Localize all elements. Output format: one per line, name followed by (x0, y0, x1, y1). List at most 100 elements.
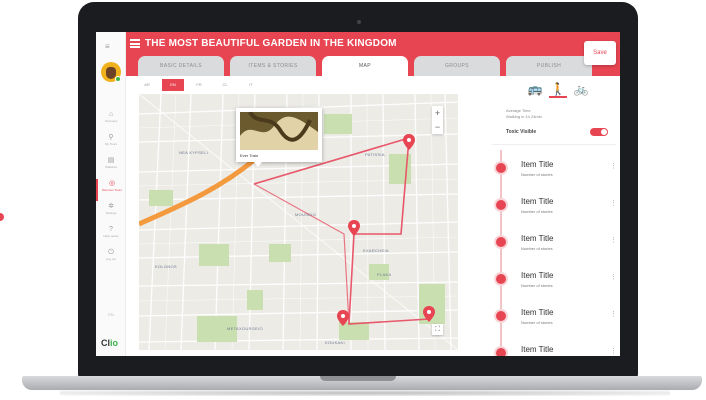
sidebar-item-statistics[interactable]: ▤ Statistics (96, 156, 126, 178)
app-screen: ≡ ⌂ Overview ⚲ My Tours ▤ Statistics ◎ Discover… (96, 32, 620, 356)
item-subtitle: Number of stories (521, 246, 553, 251)
popup-image (240, 112, 318, 150)
map-district-label: MOUSEIO (295, 212, 316, 217)
bus-icon[interactable]: 🚌 (526, 80, 544, 98)
fullscreen-icon[interactable]: ⛶ (432, 324, 443, 335)
zoom-controls: + − (432, 106, 443, 134)
decorative-dot (0, 213, 4, 221)
map-popup[interactable]: Ever Train (236, 108, 322, 162)
tab-publish[interactable]: PUBLISH (506, 56, 592, 76)
page-title: THE MOST BEAUTIFUL GARDEN IN THE KINGDOM (145, 38, 397, 49)
map-view[interactable]: NEA KYPSELI PATISSIA KOLONOS MOUSEIO EXARCHE… (139, 94, 458, 350)
language-fr[interactable]: FR (188, 79, 210, 91)
sidebar-item-label: Settings (105, 211, 117, 215)
item-subtitle: Number of stories (521, 172, 553, 177)
timeline-dot-icon (496, 200, 506, 210)
sidebar-item-discover-tours[interactable]: ◎ Discover Tours (96, 179, 126, 201)
item-title: Item Title (521, 345, 554, 354)
save-button[interactable]: Save (584, 41, 616, 65)
sidebar-item-label: Log out (105, 257, 116, 261)
travel-mode-selector: 🚌 🚶 🚲 (522, 76, 592, 102)
chart-icon: ▤ (107, 157, 115, 164)
language-selector: AR EN FR CL IT (136, 79, 258, 91)
language-cl[interactable]: CL (214, 79, 236, 91)
toxic-visible-label: Toxic Visible (506, 129, 537, 135)
sidebar-item-label: My Tours (104, 142, 118, 146)
app-logo: Clio (101, 338, 118, 348)
item-subtitle: Number of stories (521, 209, 553, 214)
map-district-label: EXARCHEIA (363, 248, 389, 253)
timeline-dot-icon (496, 163, 506, 173)
timeline-dot-icon (496, 348, 506, 356)
tab-items-stories[interactable]: ITEMS & STORIES (230, 56, 316, 76)
more-options-icon[interactable]: ⋮ (610, 273, 617, 281)
sidebar-item-label: Statistics (104, 165, 117, 169)
more-options-icon[interactable]: ⋮ (610, 236, 617, 244)
list-item[interactable]: Item Title Number of stories ⋮ (494, 232, 617, 262)
average-time: Average Time Walking in 1h 24min (506, 108, 542, 119)
timeline-dot-icon (496, 237, 506, 247)
hamburger-menu-icon[interactable] (130, 39, 140, 48)
more-options-icon[interactable]: ⋮ (610, 347, 617, 355)
timeline-dot-icon (496, 311, 506, 321)
sidebar-item-label: Overview (104, 119, 118, 123)
list-item[interactable]: Item Title Number of stories ⋮ (494, 195, 617, 225)
walk-icon[interactable]: 🚶 (549, 80, 567, 98)
online-status-icon (115, 76, 121, 82)
map-district-label: NEA KYPSELI (179, 150, 209, 155)
laptop-shadow (60, 390, 670, 396)
more-options-icon[interactable]: ⋮ (610, 199, 617, 207)
map-district-label: KOUKAKI (325, 340, 345, 345)
map-district-label: METAXOURGEIO (227, 326, 263, 331)
toxic-visible-toggle[interactable] (590, 128, 608, 136)
sidebar-item-label: Help center (103, 234, 119, 238)
tab-basic-details[interactable]: BASIC DETAILS (138, 56, 224, 76)
list-item[interactable]: Item Title Number of stories ⋮ (494, 158, 617, 188)
sidebar-item-overview[interactable]: ⌂ Overview (96, 110, 126, 132)
tab-bar: BASIC DETAILS ITEMS & STORIES MAP GROUPS PUB… (126, 56, 620, 76)
tab-groups[interactable]: GROUPS (414, 56, 500, 76)
popup-pointer (254, 162, 262, 167)
item-subtitle: Number of stories (521, 283, 553, 288)
logout-icon: ⏻ (108, 249, 114, 256)
home-icon: ⌂ (108, 111, 114, 118)
sidebar-menu-icon[interactable]: ≡ (105, 42, 110, 51)
item-subtitle: Number of stories (521, 320, 553, 325)
item-title: Item Title (521, 197, 554, 206)
sidebar-item-my-tours[interactable]: ⚲ My Tours (96, 133, 126, 155)
zoom-out-button[interactable]: − (432, 120, 443, 134)
map-district-label: PLAKA (377, 272, 392, 277)
item-title: Item Title (521, 160, 554, 169)
left-sidebar: ≡ ⌂ Overview ⚲ My Tours ▤ Statistics ◎ Discover… (96, 32, 126, 356)
item-title: Item Title (521, 234, 554, 243)
timeline-dot-icon (496, 274, 506, 284)
sidebar-item-log-out[interactable]: ⏻ Log out (96, 248, 126, 270)
laptop-notch (320, 376, 396, 381)
zoom-in-button[interactable]: + (432, 106, 443, 120)
more-options-icon[interactable]: ⋮ (610, 162, 617, 170)
language-en[interactable]: EN (162, 79, 184, 91)
language-ar[interactable]: AR (136, 79, 158, 91)
item-title: Item Title (521, 271, 554, 280)
app-header: THE MOST BEAUTIFUL GARDEN IN THE KINGDOM (126, 32, 620, 56)
bike-icon[interactable]: 🚲 (572, 80, 590, 98)
sidebar-item-settings[interactable]: ✲ Settings (96, 202, 126, 224)
list-item[interactable]: Item TitleNumber of stories⋮ (494, 343, 617, 356)
panel-divider (492, 144, 616, 145)
list-item[interactable]: Item Title Number of stories ⋮ (494, 306, 617, 336)
sidebar-item-help-center[interactable]: ? Help center (96, 225, 126, 247)
sidebar-language[interactable]: EN (96, 312, 126, 317)
item-title: Item Title (521, 308, 554, 317)
list-item[interactable]: Item Title Number of stories ⋮ (494, 269, 617, 299)
help-icon: ? (109, 226, 113, 233)
globe-icon: ◎ (108, 180, 116, 187)
pin-icon: ⚲ (108, 134, 114, 141)
more-options-icon[interactable]: ⋮ (610, 310, 617, 318)
laptop-mockup: ≡ ⌂ Overview ⚲ My Tours ▤ Statistics ◎ Discover… (0, 0, 706, 400)
popup-label: Ever Train (240, 153, 259, 158)
map-district-label: PATISSIA (365, 152, 385, 157)
language-it[interactable]: IT (240, 79, 262, 91)
tab-map[interactable]: MAP (322, 56, 408, 76)
gear-icon: ✲ (108, 203, 114, 210)
map-district-label: KOLONOS (155, 264, 177, 269)
